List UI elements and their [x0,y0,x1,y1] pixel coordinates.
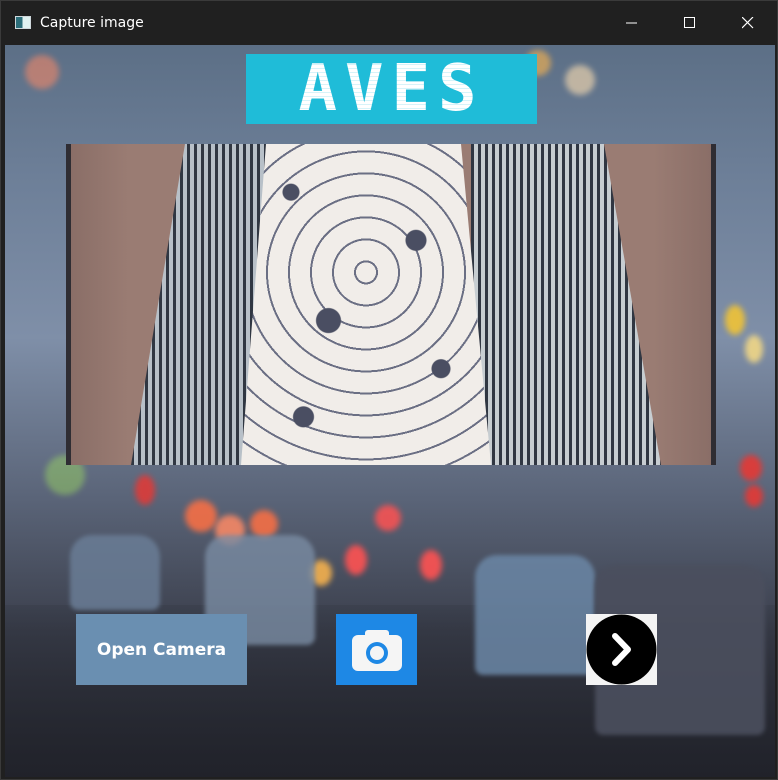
open-camera-button[interactable]: Open Camera [76,614,247,685]
maximize-icon [684,17,695,28]
background-light [565,65,595,95]
minimize-icon [626,22,637,24]
client-area: AVES Open Camera [5,45,775,777]
window-title: Capture image [40,15,144,31]
next-button[interactable] [586,614,657,685]
background-light [745,485,763,507]
close-icon [742,17,754,29]
close-button[interactable] [719,1,777,45]
background-light [185,500,217,532]
background-light [25,55,59,89]
background-light [725,305,745,335]
app-icon [15,16,31,29]
background-light [745,335,763,363]
background-light [420,550,442,580]
camera-icon [351,629,402,671]
background-light [345,545,367,575]
curtain-pattern [241,144,491,465]
chevron-right-icon [586,614,657,685]
preview-image [71,144,711,465]
maximize-button[interactable] [661,1,719,45]
background-light [250,510,278,538]
capture-button[interactable] [336,614,417,685]
app-logo: AVES [246,54,537,124]
title-bar[interactable]: Capture image [1,1,777,45]
minimize-button[interactable] [603,1,661,45]
background-light [740,455,762,481]
background-light [375,505,401,531]
app-window: Capture image AVES Open Camera [0,0,778,780]
background-car [475,555,595,675]
logo-text: AVES [298,52,485,126]
background-car [70,535,160,610]
background-light [135,475,155,505]
camera-preview [66,144,716,465]
curtain-stripes-right [471,144,661,465]
